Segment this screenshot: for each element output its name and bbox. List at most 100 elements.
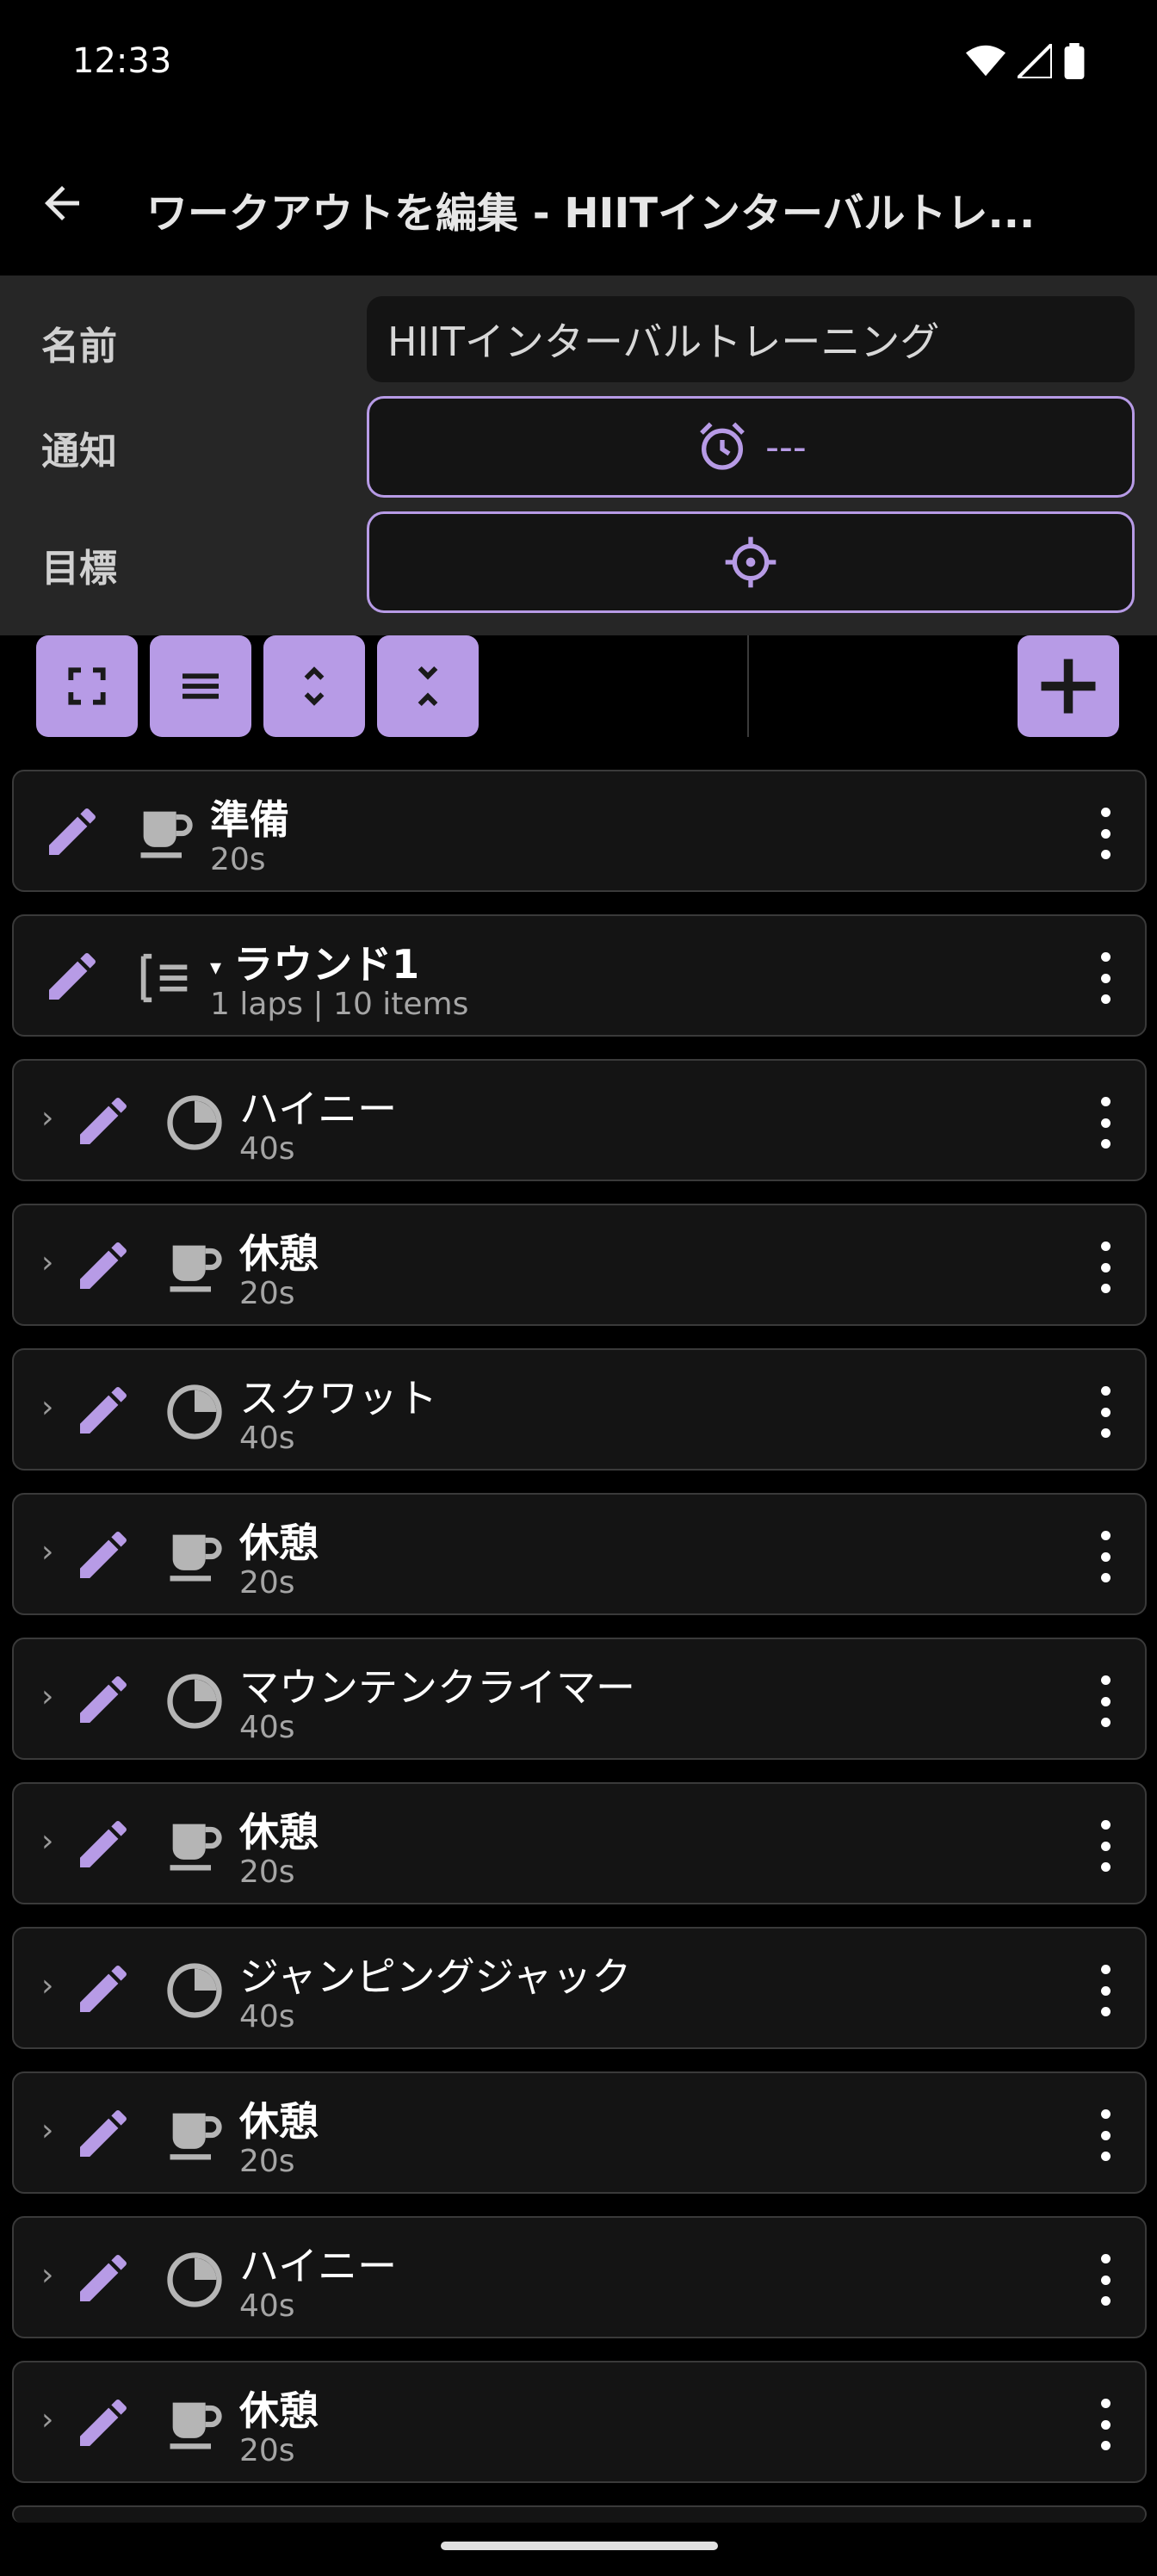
edit-pencil-icon[interactable] (72, 2247, 134, 2309)
expand-chevron-icon[interactable]: › (41, 1534, 53, 1570)
item-title: マウンテンクライマー (239, 1656, 635, 1713)
wifi-icon (966, 45, 1005, 77)
more-vert-icon[interactable] (1097, 2399, 1114, 2450)
notification-button[interactable]: --- (367, 396, 1135, 498)
item-subtitle: 40s (239, 1999, 295, 2034)
more-vert-icon[interactable] (1097, 1242, 1114, 1293)
target-label: 目標 (41, 547, 117, 591)
item-title-text: 休憩 (239, 1520, 319, 1566)
timer-icon (162, 1669, 227, 1734)
more-vert-icon[interactable] (1097, 1097, 1114, 1149)
list-item[interactable]: › 休憩 20s (12, 1493, 1147, 1615)
back-button[interactable] (31, 172, 93, 234)
edit-pencil-icon[interactable] (72, 1235, 134, 1297)
name-input[interactable]: HIITインターバルトレーニング (367, 296, 1135, 382)
expand-icon (304, 666, 325, 706)
edit-pencil-icon[interactable] (72, 1958, 134, 2020)
item-title: 休憩 (239, 1801, 319, 1858)
crosshair-icon (725, 536, 776, 588)
collapse-all-button[interactable] (377, 635, 479, 737)
expand-chevron-icon[interactable]: › (41, 1390, 53, 1425)
navigation-handle[interactable] (441, 2542, 718, 2550)
list-item[interactable]: › マウンテンクライマー 40s (12, 1638, 1147, 1760)
item-subtitle: 20s (210, 842, 266, 877)
list-item[interactable]: › ハイニー 40s (12, 2216, 1147, 2338)
list-item[interactable]: › 休憩 20s (12, 2361, 1147, 2483)
more-vert-icon[interactable] (1097, 2109, 1114, 2161)
edit-pencil-icon[interactable] (72, 1669, 134, 1731)
coffee-cup-icon (162, 1813, 227, 1879)
list-toolbar (0, 635, 1157, 739)
expand-chevron-icon[interactable]: › (41, 1100, 53, 1136)
battery-icon (1064, 43, 1085, 79)
list-item[interactable]: › ジャンピングジャック 40s (12, 1927, 1147, 2049)
edit-pencil-icon[interactable] (72, 2102, 134, 2164)
expand-chevron-icon[interactable]: › (41, 2402, 53, 2437)
add-item-button[interactable] (1018, 635, 1119, 737)
name-label: 名前 (41, 325, 117, 368)
arrow-left-icon (45, 186, 79, 220)
more-vert-icon[interactable] (1097, 2254, 1114, 2306)
item-subtitle: 20s (239, 1565, 295, 1601)
edit-pencil-icon[interactable] (72, 1524, 134, 1586)
list-item[interactable]: › 休憩 20s (12, 1204, 1147, 1326)
edit-pencil-icon[interactable] (72, 1379, 134, 1441)
item-subtitle: 1 laps | 10 items (210, 987, 469, 1022)
expand-chevron-icon[interactable]: › (41, 2113, 53, 2148)
expand-chevron-icon[interactable]: › (41, 2257, 53, 2293)
group-item[interactable]: ▾ ラウンド1 1 laps | 10 items (12, 914, 1147, 1037)
expand-chevron-icon[interactable]: › (41, 1679, 53, 1714)
more-vert-icon[interactable] (1097, 1965, 1114, 2016)
list-view-button[interactable] (150, 635, 251, 737)
item-title-text: ジャンピングジャック (239, 1954, 632, 2000)
item-subtitle: 20s (239, 2144, 295, 2179)
expand-chevron-icon[interactable]: › (41, 1824, 53, 1859)
item-title-text: 休憩 (239, 1230, 319, 1277)
status-bar: 12:33 (0, 0, 1157, 129)
list-item[interactable]: › ハイニー 40s (12, 1059, 1147, 1181)
item-subtitle: 40s (239, 1131, 295, 1167)
list-item-partial[interactable] (12, 2505, 1147, 2523)
expand-chevron-icon[interactable]: › (41, 1245, 53, 1280)
item-title: 休憩 (239, 1223, 319, 1279)
edit-pencil-icon[interactable] (41, 945, 103, 1007)
item-title-text: 休憩 (239, 2387, 319, 2434)
edit-pencil-icon[interactable] (72, 1813, 134, 1875)
more-vert-icon[interactable] (1097, 808, 1114, 859)
more-vert-icon[interactable] (1097, 1820, 1114, 1872)
list-item[interactable]: › 休憩 20s (12, 2071, 1147, 2194)
item-subtitle: 20s (239, 1855, 295, 1890)
list-item[interactable]: › 休憩 20s (12, 1782, 1147, 1904)
list-item[interactable]: › スクワット 40s (12, 1348, 1147, 1471)
expand-chevron-icon[interactable]: › (41, 1968, 53, 2003)
item-subtitle: 20s (239, 1276, 295, 1311)
more-vert-icon[interactable] (1097, 952, 1114, 1004)
item-title: ハイニー (239, 2235, 397, 2292)
page-title: ワークアウトを編集 - HIITインターバルトレ... (146, 189, 1036, 238)
item-title: ▾ ラウンド1 (210, 933, 419, 990)
more-vert-icon[interactable] (1097, 1531, 1114, 1582)
list-item[interactable]: 準備 20s (12, 770, 1147, 892)
item-subtitle: 40s (239, 2288, 295, 2324)
item-title: 休憩 (239, 2090, 319, 2147)
item-title: スクワット (239, 1367, 437, 1424)
workout-settings-panel: 名前 HIITインターバルトレーニング 通知 --- 目標 (0, 276, 1157, 635)
add-icon (1041, 659, 1096, 714)
status-time: 12:33 (72, 41, 172, 81)
edit-pencil-icon[interactable] (72, 1090, 134, 1152)
app-bar: ワークアウトを編集 - HIITインターバルトレ... (0, 129, 1157, 276)
edit-pencil-icon[interactable] (72, 2392, 134, 2454)
item-title-text: 準備 (210, 796, 289, 843)
item-title: 休憩 (239, 1512, 319, 1569)
list-icon (183, 673, 219, 699)
item-title: 準備 (210, 789, 289, 845)
expand-all-button[interactable] (263, 635, 365, 737)
edit-pencil-icon[interactable] (41, 801, 103, 863)
coffee-cup-icon (162, 2392, 227, 2457)
fullscreen-button[interactable] (36, 635, 138, 737)
group-list-icon (133, 945, 198, 1011)
more-vert-icon[interactable] (1097, 1386, 1114, 1438)
more-vert-icon[interactable] (1097, 1675, 1114, 1727)
expand-triangle-icon[interactable]: ▾ (210, 955, 221, 981)
target-button[interactable] (367, 511, 1135, 613)
